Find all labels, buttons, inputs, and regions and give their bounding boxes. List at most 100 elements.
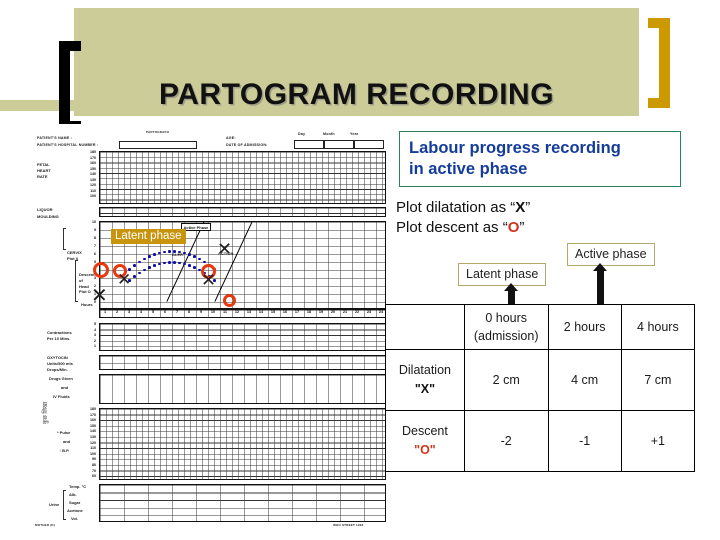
- hour-tick-13: 13: [246, 310, 252, 314]
- brace-cervix: [63, 228, 66, 250]
- instruction-descent-prefix: Plot descent as “: [396, 219, 508, 237]
- plot-marker-dilatation-x: ✕: [201, 270, 217, 291]
- fhr-tick-150: 150: [90, 166, 96, 171]
- side-label-temp: Temp. °C: [69, 484, 87, 489]
- plot-instructions: Plot dilatation as “X” Plot descent as “…: [396, 198, 696, 239]
- form-field-year: [354, 139, 384, 149]
- form-label-age: AGE:: [226, 136, 236, 140]
- table-header-0-hours-line2: (admission): [473, 329, 539, 343]
- plot-marker-descent-o: [223, 294, 236, 307]
- pulse-tick-120: 120: [90, 440, 96, 445]
- footer-right-label: WHO STREET 1994: [333, 523, 364, 527]
- fhr-tick-100: 100: [90, 194, 96, 198]
- cervix-tick-9: 9: [94, 228, 96, 232]
- hour-tick-23: 23: [366, 310, 372, 314]
- table-header-2-hours: 2 hours: [547, 304, 622, 350]
- table-cell-descent-2h: -1: [547, 410, 622, 472]
- hour-tick-19: 19: [318, 310, 324, 314]
- pulse-tick-160: 160: [90, 418, 96, 423]
- pulse-tick-110: 110: [90, 446, 96, 451]
- callout-line-1: Labour progress recording: [409, 139, 621, 157]
- contraction-tick-2: 2: [94, 338, 96, 343]
- plot-marker-dilatation-x: ✕: [117, 270, 132, 290]
- fhr-tick-140: 140: [90, 172, 96, 176]
- hour-tick-1: 1: [103, 310, 107, 314]
- arrow-active-phase: [593, 263, 607, 304]
- instruction-dilatation-prefix: Plot dilatation as “: [396, 199, 516, 216]
- form-label-year: Year: [350, 132, 359, 136]
- table-row: Dilatation "X" 2 cm 4 cm 7 cm: [385, 349, 696, 411]
- cervix-tick-10: 10: [92, 220, 96, 224]
- side-label-contractions: Contractions Per 10 Mins.: [47, 330, 72, 341]
- side-label-moulding: MOULDING: [37, 214, 59, 219]
- fhr-tick-160: 160: [90, 161, 96, 165]
- hour-tick-12: 12: [234, 310, 240, 314]
- table-row-label-dilatation: Dilatation "X": [385, 349, 465, 411]
- cervix-tick-7: 7: [94, 244, 96, 248]
- handwritten-annotation: कुछ लिखा: [43, 401, 49, 424]
- pulse-tick-70: 70: [92, 468, 96, 473]
- fhr-tick-180: 180: [90, 150, 96, 154]
- plot-marker-dilatation-x: ✕: [217, 239, 233, 260]
- side-label-pulse: * Pulse: [57, 430, 71, 435]
- hour-tick-11: 11: [222, 310, 227, 314]
- hour-tick-9: 9: [199, 310, 203, 314]
- pulse-tick-80: 80: [92, 463, 96, 467]
- arrow-latent-phase: [504, 283, 518, 304]
- table-cell-descent-4h: +1: [620, 410, 696, 472]
- hour-tick-15: 15: [270, 310, 276, 314]
- liquor-moulding-grid: [99, 207, 386, 217]
- hour-tick-7: 7: [175, 310, 179, 314]
- side-label-fetal-heart-rate: FETAL HEART RATE: [37, 162, 51, 179]
- table-cell-dilatation-4h: 7 cm: [620, 349, 696, 411]
- side-label-liquor: LIQUOR: [37, 207, 53, 212]
- contraction-tick-5: 5: [94, 322, 96, 326]
- tag-active-phase: Active phase: [567, 243, 655, 266]
- hour-tick-10: 10: [210, 310, 216, 314]
- side-label-vol: Vol.: [71, 516, 79, 521]
- hour-tick-4: 4: [139, 310, 143, 314]
- hour-tick-8: 8: [187, 310, 191, 314]
- side-label-bp: ↑ B.P.: [59, 448, 70, 453]
- side-label-and-2: and: [63, 439, 71, 444]
- form-field-day: [294, 139, 324, 149]
- table-row-label-descent: Descent "O": [385, 410, 465, 472]
- fetal-heart-rate-grid: [99, 151, 386, 204]
- tag-latent-phase: Latent phase: [458, 263, 547, 286]
- side-label-iv-fluids: IV Fluids: [53, 394, 70, 399]
- fhr-tick-120: 120: [90, 183, 96, 187]
- table-corner-cell: [385, 304, 465, 350]
- form-field-month: [324, 139, 354, 149]
- footer-left-label: MOTHER (D): [35, 523, 55, 527]
- table-cell-descent-0h: -2: [463, 410, 549, 472]
- pulse-tick-100: 100: [90, 451, 96, 456]
- callout-labour-progress: Labour progress recording in active phas…: [399, 131, 681, 187]
- hour-tick-14: 14: [258, 310, 264, 314]
- table-cell-dilatation-2h: 4 cm: [547, 349, 622, 411]
- page-title: PARTOGRAM RECORDING: [158, 78, 555, 111]
- side-label-and: and: [61, 385, 69, 390]
- form-label-hospital-number: PATIENT'S HOSPITAL NUMBER :: [37, 142, 99, 147]
- plot-marker-descent-o: [93, 262, 109, 278]
- hour-tick-22: 22: [354, 310, 360, 314]
- side-label-alb: Alb.: [69, 492, 77, 497]
- instruction-dilatation: Plot dilatation as “X”: [396, 198, 696, 218]
- table-header-0-hours: 0 hours (admission): [463, 304, 549, 350]
- drugs-iv-fluids-grid: [99, 374, 386, 404]
- form-label-patient-name: PATIENT'S NAME :: [37, 136, 73, 140]
- table-row-header: 0 hours (admission) 2 hours 4 hours: [385, 304, 696, 350]
- instruction-dilatation-suffix: ”: [525, 199, 531, 216]
- hour-tick-17: 17: [294, 310, 300, 314]
- instruction-descent-suffix: ”: [519, 219, 525, 237]
- pulse-bp-grid: [99, 408, 386, 480]
- side-label-drugs-given: Drugs Given: [49, 376, 73, 381]
- pulse-tick-130: 130: [90, 435, 96, 439]
- pulse-tick-140: 140: [90, 429, 96, 434]
- form-field-hospital-number: [119, 141, 197, 149]
- table-row: Descent "O" -2 -1 +1: [385, 410, 696, 472]
- table-row-symbol-x: "X": [414, 382, 436, 396]
- table-row-label-descent-text: Descent: [402, 424, 448, 439]
- chart-annotation-latent-phase: Latent phase: [111, 229, 186, 244]
- partogram-chart-image: PATIENT'S NAME : PATIENT'S HOSPITAL NUMB…: [33, 124, 388, 529]
- table-cell-dilatation-0h: 2 cm: [463, 349, 549, 411]
